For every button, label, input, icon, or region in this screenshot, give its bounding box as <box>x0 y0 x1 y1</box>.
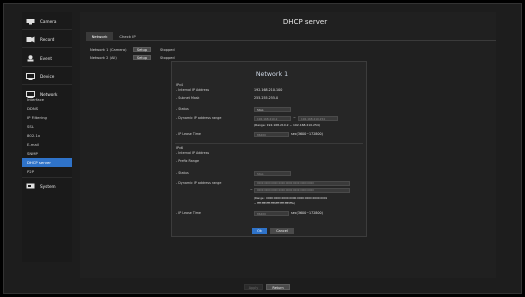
ipv4-internal-ip-label: - Internal IP Address <box>176 88 210 92</box>
network-1-setup-button[interactable]: Setup <box>133 47 151 52</box>
cancel-button[interactable]: Cancel <box>270 228 294 234</box>
event-icon <box>26 54 35 62</box>
ipv4-status-select[interactable]: Stop <box>254 107 291 112</box>
network-1-label: Network 1 (Camera) <box>90 48 127 52</box>
divider <box>22 66 72 67</box>
ipv6-range-end-input[interactable]: 0000:0000:0000:0000:0000:0000:0000:0000 <box>254 188 350 193</box>
ipv4-dynamic-range-label: - Dynamic IP address range <box>176 116 222 120</box>
sidebar-item-ip-filtering[interactable]: IP Filtering <box>25 113 72 122</box>
sidebar-item-ddns[interactable]: DDNS <box>25 104 72 113</box>
section-divider <box>175 143 363 144</box>
ipv6-internal-ip-label: - Internal IP Address <box>176 151 210 155</box>
menu-event[interactable]: Event <box>22 51 74 65</box>
sidebar-item-interface[interactable]: Interface <box>25 95 72 104</box>
ipv4-internal-ip-value: 192.168.210.100 <box>254 88 283 92</box>
menu-camera[interactable]: Camera <box>22 14 74 28</box>
ipv6-range-note-2: ~ ffff:ffff:ffff:ffff:ffff:ffff:ffff:fff… <box>254 201 295 205</box>
device-icon <box>26 72 35 80</box>
menu-label: Event <box>40 55 52 61</box>
ipv6-lease-label: - IP Lease Time <box>176 211 201 215</box>
apply-button[interactable]: Apply <box>244 284 263 290</box>
ipv4-range-end-input[interactable]: 192.168.210.254 <box>298 116 338 121</box>
ok-button[interactable]: Ok <box>252 228 267 234</box>
menu-system[interactable]: System <box>22 179 74 193</box>
ipv6-prefix-label: - Prefix Range <box>176 159 200 163</box>
sidebar-item-email[interactable]: E-mail <box>25 140 72 149</box>
tab-check-ip[interactable]: Check IP <box>114 32 141 41</box>
menu-device[interactable]: Device <box>22 69 74 83</box>
menu-label: System <box>40 183 56 189</box>
divider <box>22 177 72 178</box>
network-1-status: Stopped <box>160 48 175 52</box>
sidebar-item-p2p[interactable]: P2P <box>25 167 72 176</box>
page-title: DHCP server <box>282 18 328 26</box>
menu-label: Camera <box>40 18 57 24</box>
menu-label: Record <box>40 36 55 42</box>
divider <box>22 84 72 85</box>
return-button[interactable]: Return <box>266 284 290 290</box>
system-icon <box>26 183 35 190</box>
sidebar-item-dhcp-server[interactable]: DHCP server <box>22 158 72 167</box>
ipv4-lease-unit: sec(3600~172800) <box>291 132 323 136</box>
ipv6-lease-unit: sec(3600~172800) <box>291 211 323 215</box>
ipv4-subnet-label: - Subnet Mask <box>176 96 200 100</box>
sidebar-item-8021x[interactable]: 802.1x <box>25 131 72 140</box>
ipv6-status-select[interactable]: Stop <box>254 171 291 176</box>
tab-bar <box>86 32 496 41</box>
ipv4-range-note: (Range: 192.168.210.2 ~ 192.168.210.254) <box>254 123 320 127</box>
ipv4-subnet-value: 255.255.255.0 <box>254 96 279 100</box>
ipv6-range-start-input[interactable]: 0000:0000:0000:0000:0000:0000:0000:0000 <box>254 181 350 186</box>
ipv4-status-label: - Status <box>176 107 189 111</box>
camera-icon <box>26 18 35 25</box>
network-2-label: Network 2 (All) <box>90 56 117 60</box>
ipv4-lease-label: - IP Lease Time <box>176 132 201 136</box>
range-separator: ~ <box>293 116 296 120</box>
network-2-setup-button[interactable]: Setup <box>133 55 151 60</box>
record-icon <box>26 36 35 43</box>
divider <box>22 47 72 48</box>
ipv6-lease-input[interactable]: 86400 <box>254 211 289 216</box>
ipv4-range-start-input[interactable]: 192.168.210.2 <box>254 116 291 121</box>
ipv6-dynamic-range-label: - Dynamic IP address range <box>176 181 222 185</box>
sidebar-item-ssl[interactable]: SSL <box>25 122 72 131</box>
tab-network[interactable]: Network <box>86 32 113 41</box>
dialog-title: Network 1 <box>255 71 289 78</box>
ipv4-lease-input[interactable]: 86400 <box>254 132 289 137</box>
ipv6-status-label: - Status <box>176 171 189 175</box>
menu-record[interactable]: Record <box>22 32 74 46</box>
divider <box>22 29 72 30</box>
sidebar-item-snmp[interactable]: SNMP <box>25 149 72 158</box>
menu-label: Device <box>40 73 55 79</box>
